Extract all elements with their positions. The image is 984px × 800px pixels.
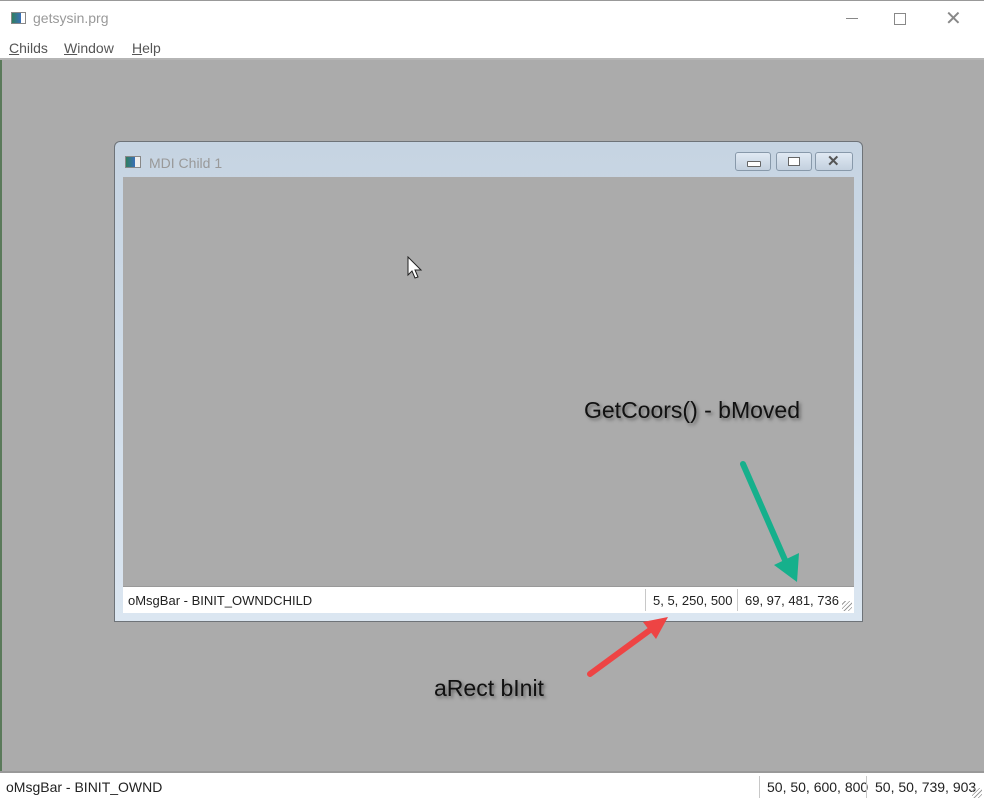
- menu-window[interactable]: Window: [64, 40, 114, 56]
- status-divider: [759, 776, 760, 798]
- title-bar: getsysin.prg ✕: [0, 0, 984, 36]
- menu-window-accel: W: [64, 40, 78, 56]
- main-status-message: oMsgBar - BINIT_OWND: [6, 779, 163, 795]
- menu-childs[interactable]: Childs: [9, 40, 48, 56]
- child-status-bar: oMsgBar - BINIT_OWNDCHILD 5, 5, 250, 500…: [123, 586, 854, 613]
- child-status-rect: 5, 5, 250, 500: [653, 593, 733, 608]
- menu-help[interactable]: Help: [132, 40, 161, 56]
- maximize-icon: [788, 157, 800, 166]
- annotation-red-label: aRect bInit: [434, 675, 544, 701]
- menu-help-label: elp: [142, 40, 161, 56]
- app-window-icon: [11, 12, 26, 24]
- maximize-button[interactable]: [877, 1, 923, 37]
- menu-help-accel: H: [132, 40, 143, 56]
- child-client-area[interactable]: [123, 177, 854, 586]
- status-divider: [645, 589, 646, 611]
- minimize-button[interactable]: [830, 1, 876, 37]
- menu-childs-accel: C: [9, 40, 20, 56]
- child-maximize-button[interactable]: [776, 152, 812, 171]
- window-title: getsysin.prg: [33, 10, 109, 26]
- menu-window-label: indow: [77, 40, 114, 56]
- close-button[interactable]: ✕: [933, 1, 979, 37]
- resize-grip-icon[interactable]: [972, 788, 982, 798]
- maximize-icon: [894, 13, 906, 25]
- minimize-icon: [747, 161, 761, 167]
- minimize-icon: [846, 18, 858, 19]
- close-icon: ✕: [827, 153, 840, 170]
- status-divider: [737, 589, 738, 611]
- main-status-bar: oMsgBar - BINIT_OWND 50, 50, 600, 800 50…: [0, 771, 984, 800]
- child-window-title: MDI Child 1: [149, 155, 223, 171]
- main-status-coors: 50, 50, 739, 903: [875, 779, 977, 795]
- annotation-green-label: GetCoors() - bMoved: [584, 397, 801, 423]
- child-status-coors: 69, 97, 481, 736: [745, 593, 839, 608]
- child-close-button[interactable]: ✕: [815, 152, 853, 171]
- child-window-icon: [125, 156, 141, 168]
- menu-bar: Childs Window Help: [0, 36, 984, 60]
- child-status-message: oMsgBar - BINIT_OWNDCHILD: [128, 593, 313, 608]
- mouse-cursor-icon: [407, 256, 423, 279]
- menu-childs-label: hilds: [19, 40, 48, 56]
- close-icon: ✕: [945, 8, 962, 30]
- status-divider: [866, 776, 867, 798]
- child-minimize-button[interactable]: [735, 152, 771, 171]
- main-status-rect: 50, 50, 600, 800: [767, 779, 869, 795]
- mdi-child-window[interactable]: MDI Child 1 ✕ oMsgBar - BINIT_OWNDCHILD …: [114, 141, 863, 622]
- resize-grip-icon[interactable]: [842, 601, 852, 611]
